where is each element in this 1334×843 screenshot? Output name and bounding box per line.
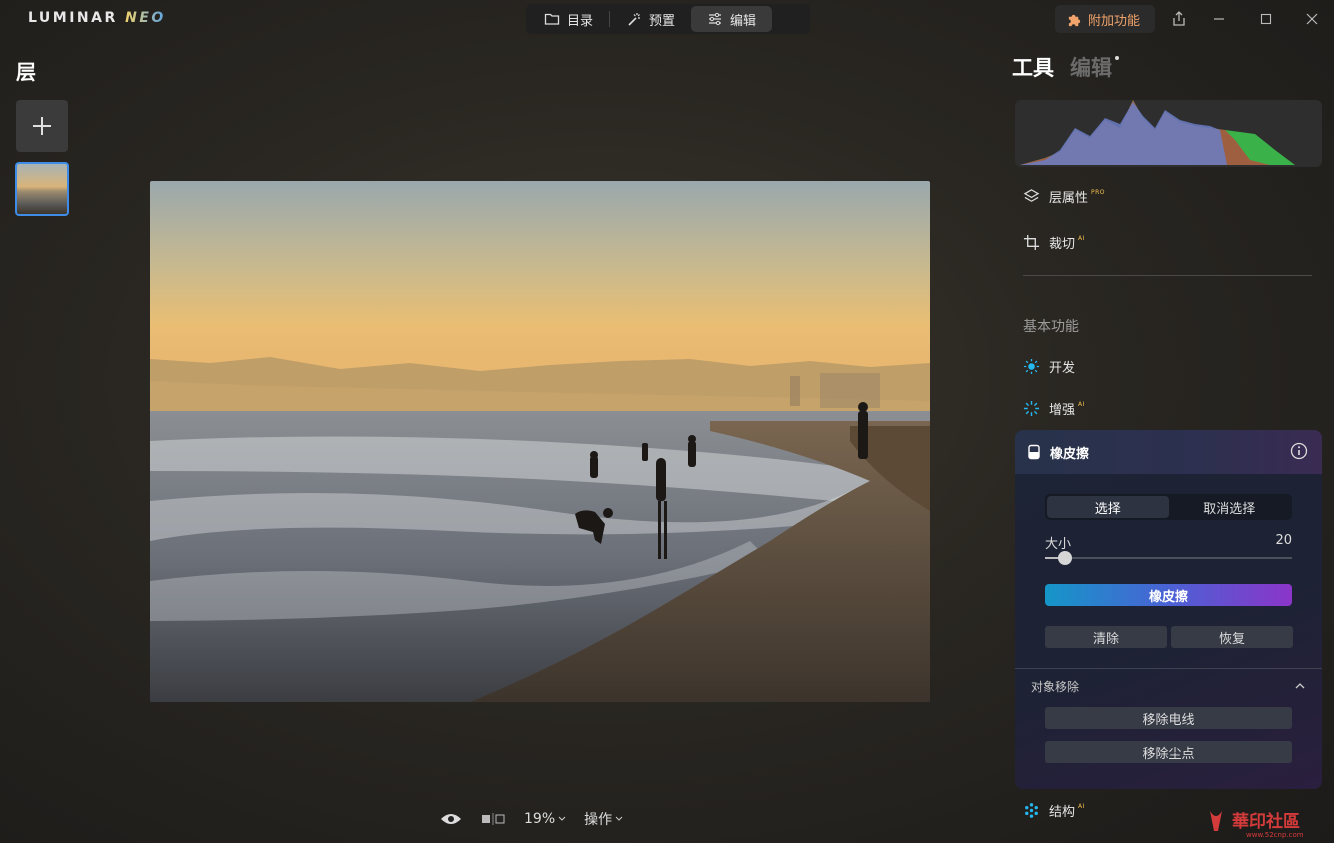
preview-toggle[interactable]: [440, 812, 462, 826]
crop-label: 裁切: [1049, 237, 1076, 252]
tab-presets-label: 预置: [649, 13, 676, 29]
slider-track: [1045, 557, 1292, 559]
sliders-icon: [709, 12, 722, 26]
actions-dropdown[interactable]: 操作: [584, 809, 623, 829]
watermark-logo: 華印社區 www.52cnp.com: [1210, 811, 1304, 839]
eraser-panel: 橡皮擦 选择 取消选择 大小 20 橡皮擦 清除 恢复 对象移除 移除电线 移除…: [1015, 430, 1322, 789]
ai-badge: AI: [1078, 401, 1085, 408]
edits-indicator-dot: [1115, 56, 1119, 60]
eraser-header[interactable]: 橡皮擦: [1015, 430, 1322, 474]
add-layer-button[interactable]: [16, 100, 68, 152]
tool-layer-properties[interactable]: 层属性 PRO: [1023, 187, 1105, 206]
remove-powerlines-button[interactable]: 移除电线: [1045, 707, 1292, 729]
chevron-up-icon[interactable]: [1294, 680, 1306, 692]
tab-catalog-label: 目录: [567, 13, 594, 29]
addons-label: 附加功能: [1088, 13, 1141, 29]
eye-icon: [441, 814, 461, 824]
deselect-button[interactable]: 取消选择: [1169, 496, 1291, 518]
clear-button[interactable]: 清除: [1045, 626, 1167, 648]
split-view-icon: [482, 813, 505, 825]
object-removal-title: 对象移除: [1031, 680, 1080, 694]
photo-image: [150, 181, 930, 702]
eraser-icon: [1028, 444, 1040, 460]
tool-develop[interactable]: 开发: [1023, 357, 1075, 376]
histogram: [1015, 100, 1322, 167]
tab-tools[interactable]: 工具: [1012, 52, 1054, 82]
minimize-button[interactable]: [1208, 9, 1230, 29]
brush-size-slider[interactable]: [1045, 550, 1292, 566]
remove-dust-button[interactable]: 移除尘点: [1045, 741, 1292, 763]
crop-icon: [1023, 234, 1040, 251]
tab-edit[interactable]: 编辑: [691, 6, 773, 32]
svg-text:華印社區: 華印社區: [1232, 811, 1300, 832]
logo-sub: NEO: [125, 10, 166, 26]
tab-edits[interactable]: 编辑: [1070, 52, 1112, 82]
restore-button[interactable]: 恢复: [1171, 626, 1293, 648]
plus-icon: [33, 117, 51, 135]
title-bar: LUMINAR NEO 目录 预置 编辑 附加功能: [0, 0, 1334, 38]
brush-size-value: 20: [1275, 533, 1292, 548]
histogram-graph: [1020, 100, 1295, 165]
zoom-dropdown[interactable]: 19%: [524, 811, 566, 827]
info-icon[interactable]: [1290, 442, 1308, 460]
structure-label: 结构: [1049, 805, 1076, 820]
layer-thumbnail[interactable]: [15, 162, 69, 216]
actions-label: 操作: [584, 812, 613, 828]
develop-label: 开发: [1049, 361, 1076, 376]
puzzle-icon: [1068, 14, 1081, 26]
chevron-down-icon: [615, 816, 623, 821]
folder-icon: [544, 13, 560, 25]
addons-button[interactable]: 附加功能: [1055, 5, 1155, 33]
maximize-icon: [1260, 13, 1272, 25]
tool-crop[interactable]: 裁切 AI: [1023, 233, 1085, 252]
slider-handle[interactable]: [1057, 551, 1072, 565]
tab-catalog[interactable]: 目录: [528, 6, 609, 32]
magic-wand-icon: [628, 13, 641, 26]
sparkle-burst-icon: [1023, 400, 1040, 417]
sun-icon: [1023, 358, 1040, 375]
layers-title: 层: [16, 60, 36, 84]
close-button[interactable]: [1301, 9, 1323, 29]
zoom-value: 19%: [524, 811, 556, 827]
logo-main: LUMINAR: [28, 10, 118, 26]
chevron-down-icon: [558, 816, 566, 821]
minimize-icon: [1214, 18, 1224, 20]
maximize-button[interactable]: [1255, 9, 1277, 29]
layer-properties-label: 层属性: [1049, 191, 1089, 206]
erase-button[interactable]: 橡皮擦: [1045, 584, 1292, 606]
tab-edit-label: 编辑: [730, 13, 757, 29]
close-icon: [1306, 13, 1318, 25]
app-logo: LUMINAR NEO: [28, 10, 166, 26]
compare-toggle[interactable]: [480, 812, 506, 826]
selection-mode-toggle: 选择 取消选择: [1045, 494, 1292, 520]
bottom-toolbar: 19% 操作: [440, 808, 623, 830]
tool-enhance[interactable]: 增强 AI: [1023, 399, 1085, 418]
mode-switcher: 目录 预置 编辑: [526, 4, 810, 34]
tab-presets[interactable]: 预置: [610, 6, 691, 32]
select-button[interactable]: 选择: [1047, 496, 1169, 518]
layers-icon: [1023, 189, 1040, 202]
section-basic-title: 基本功能: [1023, 319, 1079, 335]
share-button[interactable]: [1168, 9, 1190, 29]
dots-cluster-icon: [1025, 803, 1038, 818]
ai-badge: AI: [1078, 235, 1085, 242]
ai-badge: AI: [1078, 803, 1085, 810]
pro-badge: PRO: [1091, 189, 1106, 196]
eraser-title: 橡皮擦: [1050, 446, 1090, 462]
divider: [1015, 668, 1322, 669]
svg-text:www.52cnp.com: www.52cnp.com: [1246, 831, 1304, 839]
photo-canvas[interactable]: [150, 181, 930, 702]
share-icon: [1173, 11, 1185, 26]
panel-tabs: 工具 编辑: [1012, 52, 1119, 82]
tool-structure[interactable]: 结构 AI: [1023, 801, 1085, 820]
enhance-label: 增强: [1049, 403, 1076, 418]
divider: [1023, 275, 1312, 276]
